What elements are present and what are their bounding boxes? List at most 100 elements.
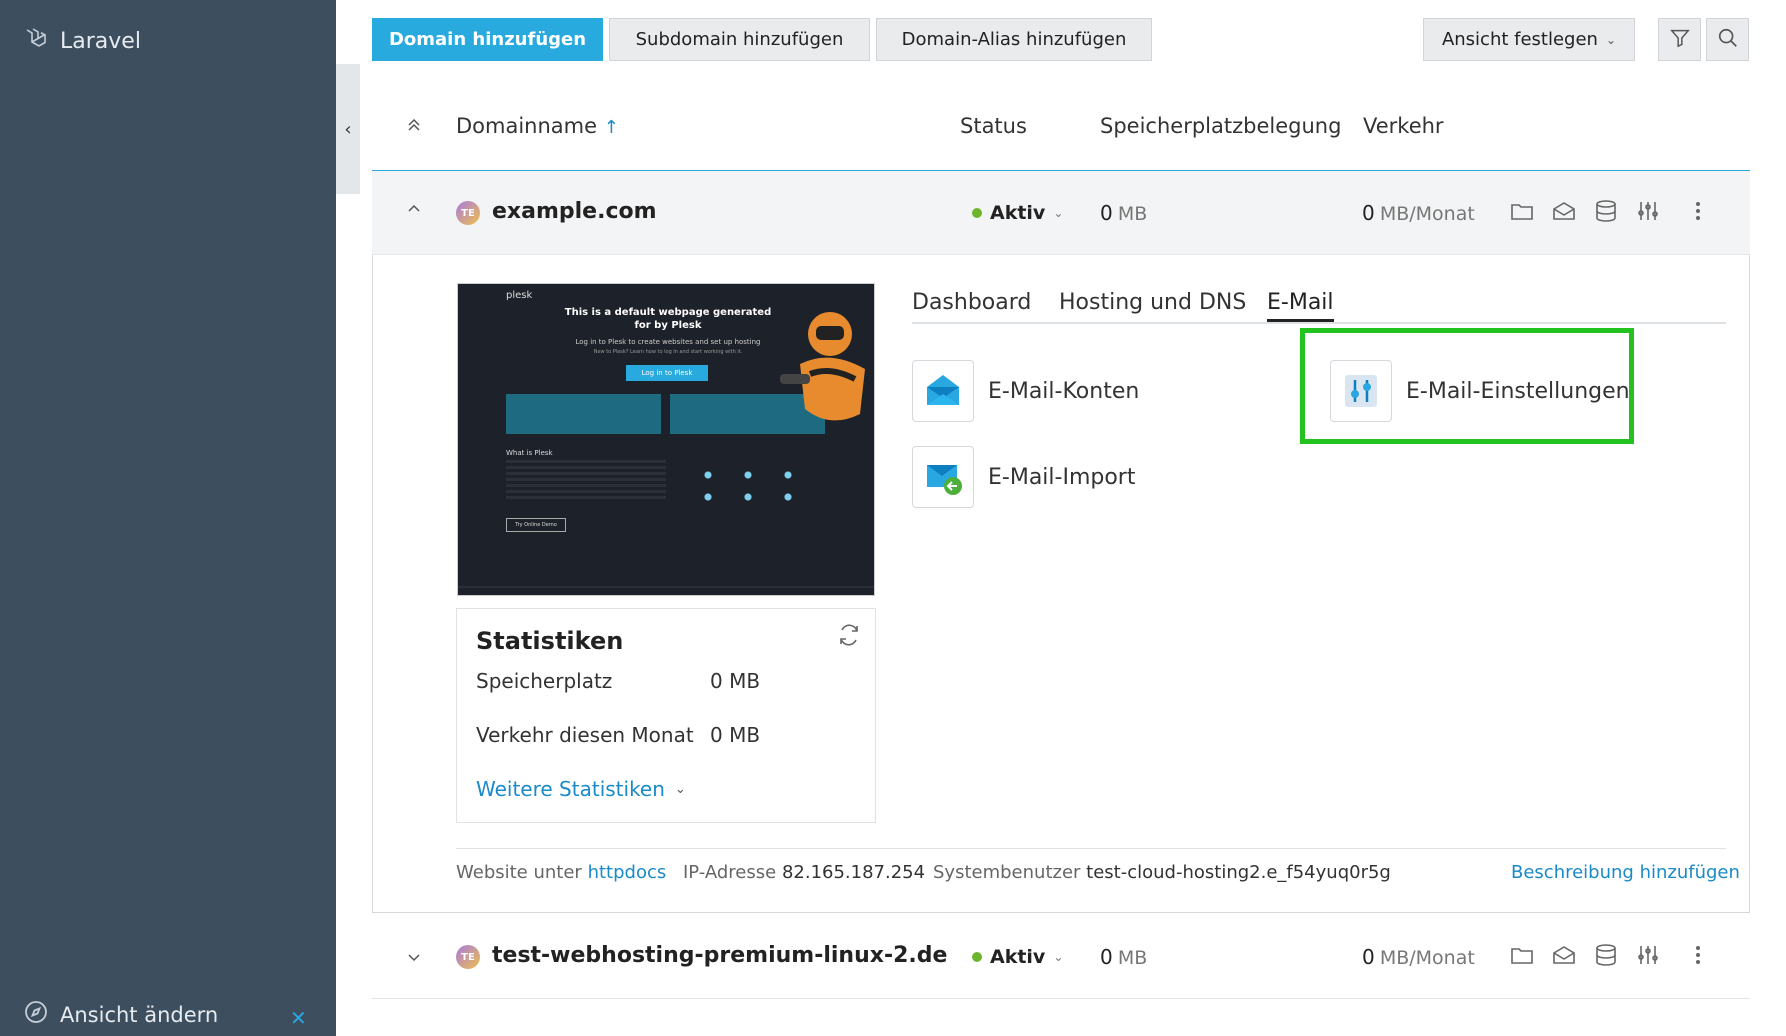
email-accounts-label: E-Mail-Konten: [988, 378, 1140, 404]
add-subdomain-button[interactable]: Subdomain hinzufügen: [609, 18, 870, 61]
status-dot: [972, 208, 982, 218]
chevron-down-icon: ⌄: [1053, 950, 1064, 964]
view-settings-label: Ansicht festlegen: [1441, 29, 1598, 50]
preview-icon-grid: [688, 464, 808, 504]
storage-unit: MB: [1117, 203, 1148, 225]
domain-avatar: TE: [456, 945, 480, 969]
status-label: Aktiv: [990, 202, 1046, 224]
sidebar: Laravel Ansicht ändern ✕: [0, 0, 336, 1036]
sidebar-collapse-button[interactable]: ‹: [336, 64, 360, 194]
tab-email[interactable]: E-Mail: [1267, 290, 1334, 322]
preview-demo-button: Try Online Demo: [506, 518, 566, 532]
filter-button[interactable]: [1658, 18, 1701, 61]
traffic-usage: 0 MB/Monat: [1362, 201, 1475, 225]
collapse-all-icon[interactable]: [406, 114, 422, 138]
database-icon[interactable]: [1594, 943, 1618, 971]
folder-icon[interactable]: [1510, 943, 1534, 971]
sidebar-brand-label: Laravel: [60, 28, 141, 54]
add-domain-alias-button[interactable]: Domain-Alias hinzufügen: [876, 18, 1152, 61]
website-label: Website unter: [456, 862, 582, 883]
chevron-down-icon[interactable]: [406, 949, 422, 969]
ip-value: 82.165.187.254: [781, 862, 926, 883]
httpdocs-link[interactable]: httpdocs: [588, 862, 667, 883]
system-user: Systembenutzer test-cloud-hosting2.e_f54…: [933, 862, 1391, 883]
website-preview-thumbnail[interactable]: plesk This is a default webpage generate…: [457, 283, 875, 596]
storage-value: 0: [1100, 945, 1113, 969]
email-accounts-tool[interactable]: E-Mail-Konten: [912, 360, 1139, 422]
database-icon[interactable]: [1594, 199, 1618, 227]
email-import-icon: [912, 446, 974, 508]
traffic-value: 0: [1362, 945, 1375, 969]
traffic-value: 0: [1362, 201, 1375, 225]
column-storage[interactable]: Speicherplatzbelegung: [1100, 114, 1341, 138]
traffic-usage: 0 MB/Monat: [1362, 945, 1475, 969]
settings-sliders-icon[interactable]: [1636, 943, 1660, 971]
system-user-value: test-cloud-hosting2.e_f54yuq0r5g: [1086, 862, 1391, 883]
preview-footer-line: [458, 586, 874, 588]
more-options-icon[interactable]: [1686, 199, 1710, 227]
preview-robot-illustration: [770, 294, 874, 434]
refresh-icon[interactable]: [837, 623, 861, 651]
traffic-unit: MB/Monat: [1379, 203, 1475, 225]
storage-unit: MB: [1117, 947, 1148, 969]
preview-login-button: Log in to Plesk: [626, 365, 708, 381]
preview-text-block: [506, 460, 666, 500]
domain-tabs: Dashboard Hosting und DNS E-Mail: [912, 290, 1726, 324]
statistics-card: Statistiken Speicherplatz 0 MB Verkehr d…: [456, 608, 876, 823]
domain-avatar: TE: [456, 201, 480, 225]
panel-footer-divider: [456, 848, 1726, 849]
preview-sub2: New to Plesk? Learn how to log in and st…: [593, 349, 743, 355]
website-location: Website unter httpdocs: [456, 862, 666, 883]
change-view-button[interactable]: Ansicht ändern: [24, 1000, 218, 1029]
storage-value: 0: [1100, 201, 1113, 225]
laravel-logo-icon: [24, 26, 48, 56]
domain-name-link[interactable]: example.com: [492, 199, 657, 224]
add-description-link[interactable]: Beschreibung hinzufügen: [1511, 862, 1740, 883]
mail-icon[interactable]: [1552, 199, 1576, 227]
tab-dashboard[interactable]: Dashboard: [912, 290, 1031, 315]
change-view-label: Ansicht ändern: [60, 1002, 219, 1027]
status-dropdown[interactable]: Aktiv ⌄: [972, 946, 1063, 968]
more-statistics-label: Weitere Statistiken: [476, 777, 665, 801]
more-options-icon[interactable]: [1686, 943, 1710, 971]
storage-label: Speicherplatz: [476, 669, 613, 693]
folder-icon[interactable]: [1510, 199, 1534, 227]
preview-brand: plesk: [506, 290, 533, 301]
more-statistics-link[interactable]: Weitere Statistiken ⌄: [476, 777, 686, 801]
status-dropdown[interactable]: Aktiv ⌄: [972, 202, 1063, 224]
add-domain-button[interactable]: Domain hinzufügen: [372, 18, 603, 61]
statistics-title: Statistiken: [476, 627, 624, 655]
ip-label: IP-Adresse: [683, 862, 777, 883]
column-status[interactable]: Status: [960, 114, 1027, 138]
close-icon[interactable]: ✕: [290, 1006, 307, 1030]
traffic-unit: MB/Monat: [1379, 947, 1475, 969]
domain-name-link[interactable]: test-webhosting-premium-linux-2.de: [492, 943, 947, 968]
compass-icon: [24, 1000, 48, 1029]
preview-what-is: What is Plesk: [506, 449, 553, 457]
domain-row[interactable]: TE test-webhosting-premium-linux-2.de Ak…: [372, 913, 1750, 999]
storage-usage: 0 MB: [1100, 945, 1147, 969]
preview-card: [506, 394, 661, 434]
search-button[interactable]: [1706, 18, 1749, 61]
ip-address: IP-Adresse 82.165.187.254: [683, 862, 925, 883]
preview-sub: Log in to Plesk to create websites and s…: [575, 338, 761, 346]
search-icon: [1717, 27, 1739, 53]
preview-heading: This is a default webpage generated for …: [564, 307, 772, 331]
storage-usage: 0 MB: [1100, 201, 1147, 225]
storage-stat-value: 0 MB: [710, 669, 761, 693]
chevron-up-icon[interactable]: [406, 201, 422, 221]
view-settings-button[interactable]: Ansicht festlegen ⌄: [1423, 18, 1635, 61]
email-import-tool[interactable]: E-Mail-Import: [912, 446, 1135, 508]
chevron-down-icon: ⌄: [674, 781, 686, 797]
status-label: Aktiv: [990, 946, 1046, 968]
sidebar-brand[interactable]: Laravel: [24, 26, 141, 56]
tab-hosting-dns[interactable]: Hosting und DNS: [1059, 290, 1246, 315]
email-import-label: E-Mail-Import: [988, 464, 1136, 490]
mail-icon[interactable]: [1552, 943, 1576, 971]
settings-sliders-icon[interactable]: [1636, 199, 1660, 227]
domain-row[interactable]: TE example.com Aktiv ⌄ 0 MB 0 MB/Monat: [372, 171, 1750, 255]
sort-arrow-icon: ↑: [603, 117, 619, 138]
chevron-down-icon: ⌄: [1605, 32, 1617, 47]
column-traffic[interactable]: Verkehr: [1363, 114, 1444, 138]
column-domain-name[interactable]: Domainname ↑: [456, 114, 619, 138]
